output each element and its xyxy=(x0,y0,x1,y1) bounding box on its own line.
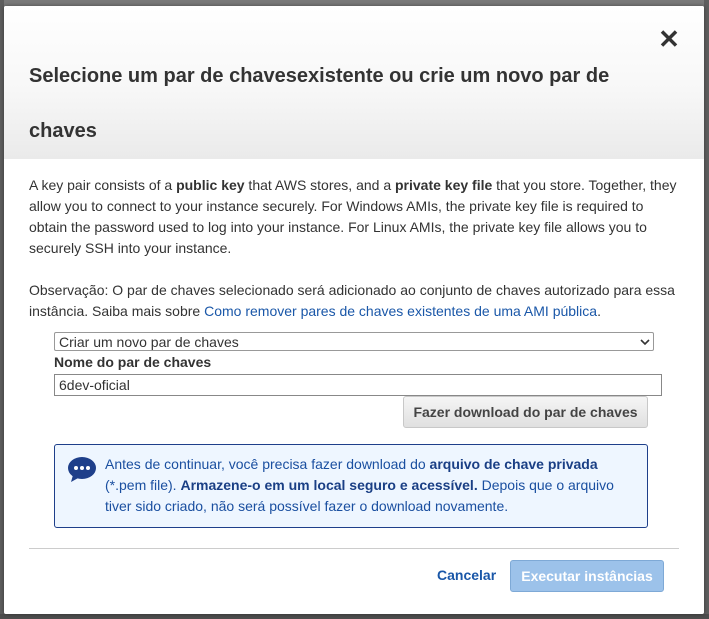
chevron-down-icon xyxy=(640,333,650,357)
info-bold-1: arquivo de chave privada xyxy=(429,456,598,472)
close-icon[interactable]: ✕ xyxy=(657,26,681,52)
description-bold-private-key: private key file xyxy=(395,177,493,193)
keypair-name-input[interactable]: 6dev-oficial xyxy=(54,374,662,396)
info-alert: Antes de continuar, você precisa fazer d… xyxy=(54,444,648,528)
speech-bubble-icon xyxy=(67,456,97,483)
description-text-1: A key pair consists of a xyxy=(29,177,177,193)
download-keypair-button[interactable]: Fazer download do par de chaves xyxy=(403,396,648,428)
dialog-title: Selecione um par de chavesexistente ou c… xyxy=(29,65,610,142)
select-value: Criar um novo par de chaves xyxy=(59,334,239,350)
background-bottom xyxy=(0,614,709,619)
note-suffix: . xyxy=(597,303,601,319)
description-text-2: that AWS stores, and a xyxy=(244,177,395,193)
keypair-description: A key pair consists of a public key that… xyxy=(29,175,684,259)
background-right xyxy=(704,0,709,619)
cancel-button[interactable]: Cancelar xyxy=(437,567,496,583)
description-bold-public-key: public key xyxy=(176,177,245,193)
info-text-2: (*.pem file). xyxy=(105,477,181,493)
remove-keypairs-link[interactable]: Como remover pares de chaves existentes … xyxy=(204,303,597,319)
keypair-name-label: Nome do par de chaves xyxy=(54,354,212,370)
note-paragraph: Observação: O par de chaves selecionado … xyxy=(29,280,684,322)
footer-divider xyxy=(29,548,679,549)
launch-instances-button[interactable]: Executar instâncias xyxy=(510,560,664,592)
keypair-option-select[interactable]: Criar um novo par de chaves xyxy=(54,332,654,351)
info-text-1: Antes de continuar, você precisa fazer d… xyxy=(105,456,430,472)
info-message: Antes de continuar, você precisa fazer d… xyxy=(105,454,635,517)
info-bold-2: Armazene-o em um local seguro e acessíve… xyxy=(180,477,478,493)
keypair-dialog: Selecione um par de chavesexistente ou c… xyxy=(4,6,704,614)
